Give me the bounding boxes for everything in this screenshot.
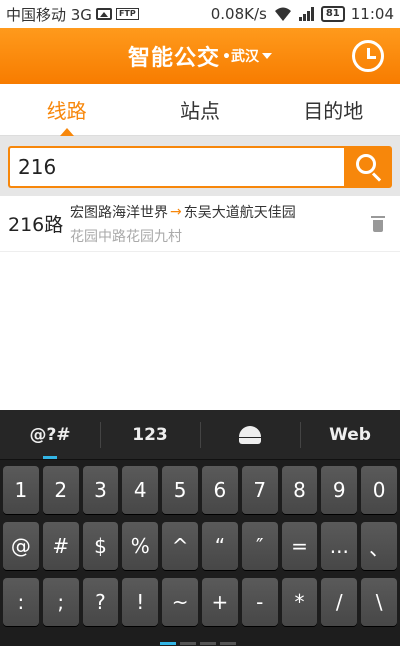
route-subtitle: 花园中路花园九村 — [70, 228, 182, 245]
route-to: 东吴大道航天佳园 — [183, 204, 296, 221]
key[interactable]: = — [281, 522, 318, 570]
key[interactable]: 0 — [361, 466, 397, 514]
caret-down-icon — [261, 53, 272, 59]
wifi-icon — [274, 7, 291, 21]
kb-mode-emoji[interactable] — [200, 410, 300, 459]
soft-keyboard: @?# 123 Web 1234567890 @ # $% ^ “″ =...、 :;?!… — [0, 410, 400, 646]
history-clock-icon[interactable] — [352, 40, 384, 72]
network-speed: 0.08K/s — [210, 5, 267, 23]
key[interactable]: \ — [361, 578, 397, 626]
search-box — [8, 146, 344, 188]
signal-icon — [298, 7, 314, 21]
keyboard-mode-bar: @?# 123 Web — [0, 410, 400, 460]
arrow-right-icon: → — [170, 203, 182, 220]
keyboard-row-1: 1234567890 — [2, 462, 398, 518]
search-input[interactable] — [18, 155, 344, 179]
route-detail: 宏图路海洋世界 → 东吴大道航天佳园 花园中路花园九村 — [70, 202, 372, 246]
key[interactable]: ! — [122, 578, 159, 626]
key[interactable]: 2 — [42, 466, 79, 514]
key[interactable]: ? — [82, 578, 119, 626]
city-selector[interactable]: •武汉 — [222, 46, 272, 66]
battery-icon: 81 — [320, 6, 345, 22]
tab-station[interactable]: 站点 — [133, 84, 266, 135]
key[interactable]: ; — [42, 578, 79, 626]
search-icon — [356, 154, 376, 174]
key[interactable]: ^ — [162, 522, 198, 570]
tab-route[interactable]: 线路 — [0, 84, 133, 136]
key[interactable]: 9 — [321, 466, 358, 514]
key[interactable]: - — [241, 578, 278, 626]
key[interactable]: # — [42, 522, 79, 570]
key[interactable]: 6 — [201, 466, 238, 514]
key[interactable]: * — [281, 578, 318, 626]
city-label: •武汉 — [222, 49, 259, 65]
clock: 11:04 — [350, 5, 394, 23]
result-list: 216路 宏图路海洋世界 → 东吴大道航天佳园 花园中路花园九村 — [0, 196, 400, 346]
keyboard-row-3: :;?! ~ + - * / \ — [2, 574, 398, 630]
kb-mode-web[interactable]: Web — [300, 410, 400, 459]
app-header: 智能公交 •武汉 — [0, 28, 400, 84]
key[interactable]: ~ — [162, 578, 198, 626]
key[interactable]: 4 — [122, 466, 159, 514]
carrier-label: 中国移动 3G — [6, 5, 92, 24]
search-button[interactable] — [344, 146, 392, 188]
trash-icon[interactable] — [371, 215, 385, 232]
key[interactable]: $ — [82, 522, 119, 570]
key[interactable]: ″ — [241, 522, 278, 570]
key[interactable]: @ — [3, 522, 39, 570]
tab-bar: 线路 站点 目的地 — [0, 84, 400, 136]
status-bar: 中国移动 3G FTP 0.08K/s 81 11:04 — [0, 0, 400, 28]
key[interactable]: 3 — [82, 466, 119, 514]
key[interactable]: + — [201, 578, 238, 626]
key[interactable]: 8 — [281, 466, 318, 514]
list-item[interactable]: 216路 宏图路海洋世界 → 东吴大道航天佳园 花园中路花园九村 — [0, 196, 400, 252]
ftp-notification-icon: FTP — [115, 8, 139, 20]
key[interactable]: % — [122, 522, 159, 570]
key[interactable]: 7 — [241, 466, 278, 514]
key[interactable]: / — [321, 578, 358, 626]
key[interactable]: : — [3, 578, 39, 626]
app-title: 智能公交 — [128, 46, 221, 71]
kb-mode-symbols[interactable]: @?# — [0, 410, 100, 459]
image-notification-icon — [95, 8, 112, 20]
key[interactable]: “ — [201, 522, 238, 570]
route-from: 宏图路海洋世界 — [70, 204, 168, 221]
route-number: 216路 — [8, 214, 64, 236]
key[interactable]: 1 — [3, 466, 39, 514]
android-icon — [238, 425, 262, 444]
key[interactable]: ... — [321, 522, 358, 570]
tab-destination[interactable]: 目的地 — [267, 84, 400, 135]
keyboard-pager — [160, 642, 236, 645]
keyboard-row-2: @ # $% ^ “″ =...、 — [2, 518, 398, 574]
key[interactable]: 5 — [162, 466, 198, 514]
search-bar — [0, 136, 400, 196]
key[interactable]: 、 — [361, 522, 397, 570]
kb-mode-numbers[interactable]: 123 — [100, 410, 200, 459]
